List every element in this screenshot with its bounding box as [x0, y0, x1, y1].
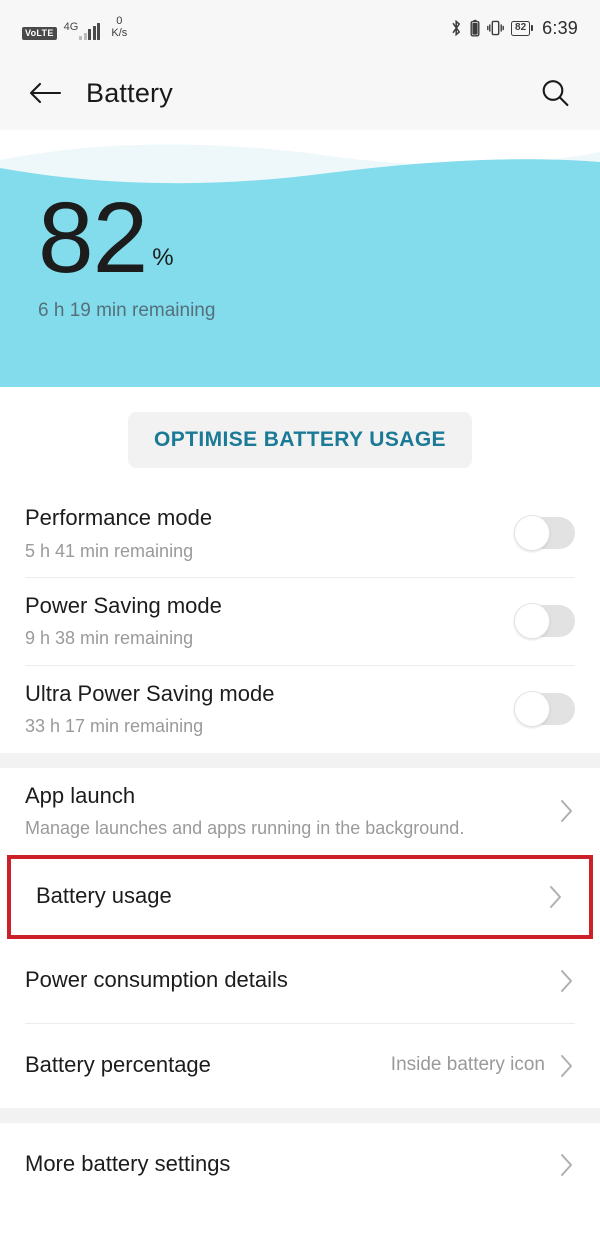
- status-bar: VoLTE 4G 0 K/s 82 6:39: [0, 0, 600, 56]
- more-settings-group: More battery settings: [0, 1122, 600, 1207]
- battery-icon: [470, 19, 480, 37]
- row-title: Battery usage: [36, 883, 172, 909]
- section-separator: [0, 752, 600, 768]
- row-title: Power Saving mode: [25, 592, 222, 618]
- bluetooth-icon: [452, 19, 461, 37]
- row-texts: Power Saving mode 9 h 38 min remaining: [25, 578, 499, 665]
- battery-percentage-indicator: 82: [511, 20, 534, 36]
- battery-nub: [531, 25, 534, 31]
- toggle-knob: [514, 691, 550, 728]
- hero-percent-row: 82 %: [38, 182, 600, 294]
- chevron-right-icon: [559, 1151, 575, 1179]
- hero-percent-sign: %: [152, 244, 174, 271]
- battery-settings-screen: VoLTE 4G 0 K/s 82 6:39 Battery 82 % 6 h …: [0, 0, 600, 1249]
- row-battery-percentage[interactable]: Battery percentage Inside battery icon: [0, 1024, 600, 1108]
- search-icon: [542, 80, 569, 107]
- status-bar-right: 82 6:39: [450, 18, 578, 39]
- row-subtitle: Manage launches and apps running in the …: [25, 818, 465, 839]
- data-rate-unit: K/s: [111, 27, 128, 39]
- optimise-button-container: OPTIMISE BATTERY USAGE: [0, 387, 600, 490]
- chevron-right-icon: [559, 967, 575, 995]
- chevron-right-icon: [548, 883, 564, 911]
- row-more-battery-settings[interactable]: More battery settings: [0, 1123, 600, 1207]
- row-subtitle: 33 h 17 min remaining: [25, 716, 204, 737]
- chevron-right-icon: [559, 1052, 575, 1080]
- battery-modes-group: Performance mode 5 h 41 min remaining Po…: [0, 490, 600, 753]
- row-performance-mode[interactable]: Performance mode 5 h 41 min remaining: [0, 490, 600, 577]
- app-bar: Battery: [0, 56, 600, 130]
- row-texts: Power consumption details: [25, 952, 545, 1009]
- search-button[interactable]: [532, 70, 578, 116]
- row-power-saving-mode[interactable]: Power Saving mode 9 h 38 min remaining: [0, 578, 600, 665]
- hero-content: 82 % 6 h 19 min remaining: [38, 182, 600, 322]
- optimise-battery-usage-button[interactable]: OPTIMISE BATTERY USAGE: [128, 412, 472, 468]
- row-app-launch[interactable]: App launch Manage launches and apps runn…: [0, 768, 600, 855]
- signal-bars-icon: [79, 22, 101, 40]
- row-title: Ultra Power Saving mode: [25, 680, 275, 706]
- row-texts: Battery percentage: [25, 1037, 381, 1094]
- network-type-label: 4G: [63, 20, 79, 33]
- row-title: Power consumption details: [25, 967, 288, 993]
- row-texts: Performance mode 5 h 41 min remaining: [25, 490, 499, 577]
- row-title: Battery percentage: [25, 1052, 211, 1078]
- back-button[interactable]: [22, 70, 68, 116]
- row-title: Performance mode: [25, 505, 213, 530]
- toggle-performance-mode[interactable]: [514, 515, 575, 552]
- hero-percent-value: 82: [38, 182, 148, 294]
- row-ultra-power-saving-mode[interactable]: Ultra Power Saving mode 33 h 17 min rema…: [0, 666, 600, 753]
- hero-remaining-text: 6 h 19 min remaining: [38, 300, 216, 321]
- battery-settings-group: App launch Manage launches and apps runn…: [0, 767, 600, 1108]
- row-texts: Battery usage: [36, 868, 534, 925]
- row-subtitle: 5 h 41 min remaining: [25, 540, 194, 561]
- row-title: More battery settings: [25, 1151, 231, 1177]
- battery-hero: 82 % 6 h 19 min remaining: [0, 130, 600, 387]
- data-rate-indicator: 0 K/s: [111, 16, 127, 39]
- page-title: Battery: [86, 77, 173, 108]
- chevron-right-icon: [559, 797, 575, 825]
- row-battery-usage[interactable]: Battery usage: [7, 854, 593, 939]
- toggle-knob: [514, 603, 550, 640]
- toggle-ultra-power-saving-mode[interactable]: [514, 691, 575, 728]
- row-power-consumption-details[interactable]: Power consumption details: [0, 939, 600, 1023]
- clock: 6:39: [542, 17, 578, 38]
- toggle-knob: [514, 515, 550, 552]
- row-title: App launch: [25, 782, 136, 808]
- toggle-power-saving-mode[interactable]: [514, 603, 575, 640]
- signal-strength-icon: 4G: [63, 20, 101, 40]
- row-subtitle: 9 h 38 min remaining: [25, 628, 194, 649]
- back-arrow-icon: [29, 82, 62, 104]
- row-texts: More battery settings: [25, 1136, 545, 1193]
- row-texts: App launch Manage launches and apps runn…: [25, 768, 545, 855]
- volte-icon: VoLTE: [22, 27, 57, 40]
- vibrate-icon: [487, 20, 504, 36]
- battery-percentage-value: 82: [515, 22, 527, 33]
- status-bar-left: VoLTE 4G 0 K/s: [22, 16, 127, 40]
- row-value: Inside battery icon: [390, 1054, 545, 1076]
- row-texts: Ultra Power Saving mode 33 h 17 min rema…: [25, 666, 499, 753]
- section-separator: [0, 1107, 600, 1123]
